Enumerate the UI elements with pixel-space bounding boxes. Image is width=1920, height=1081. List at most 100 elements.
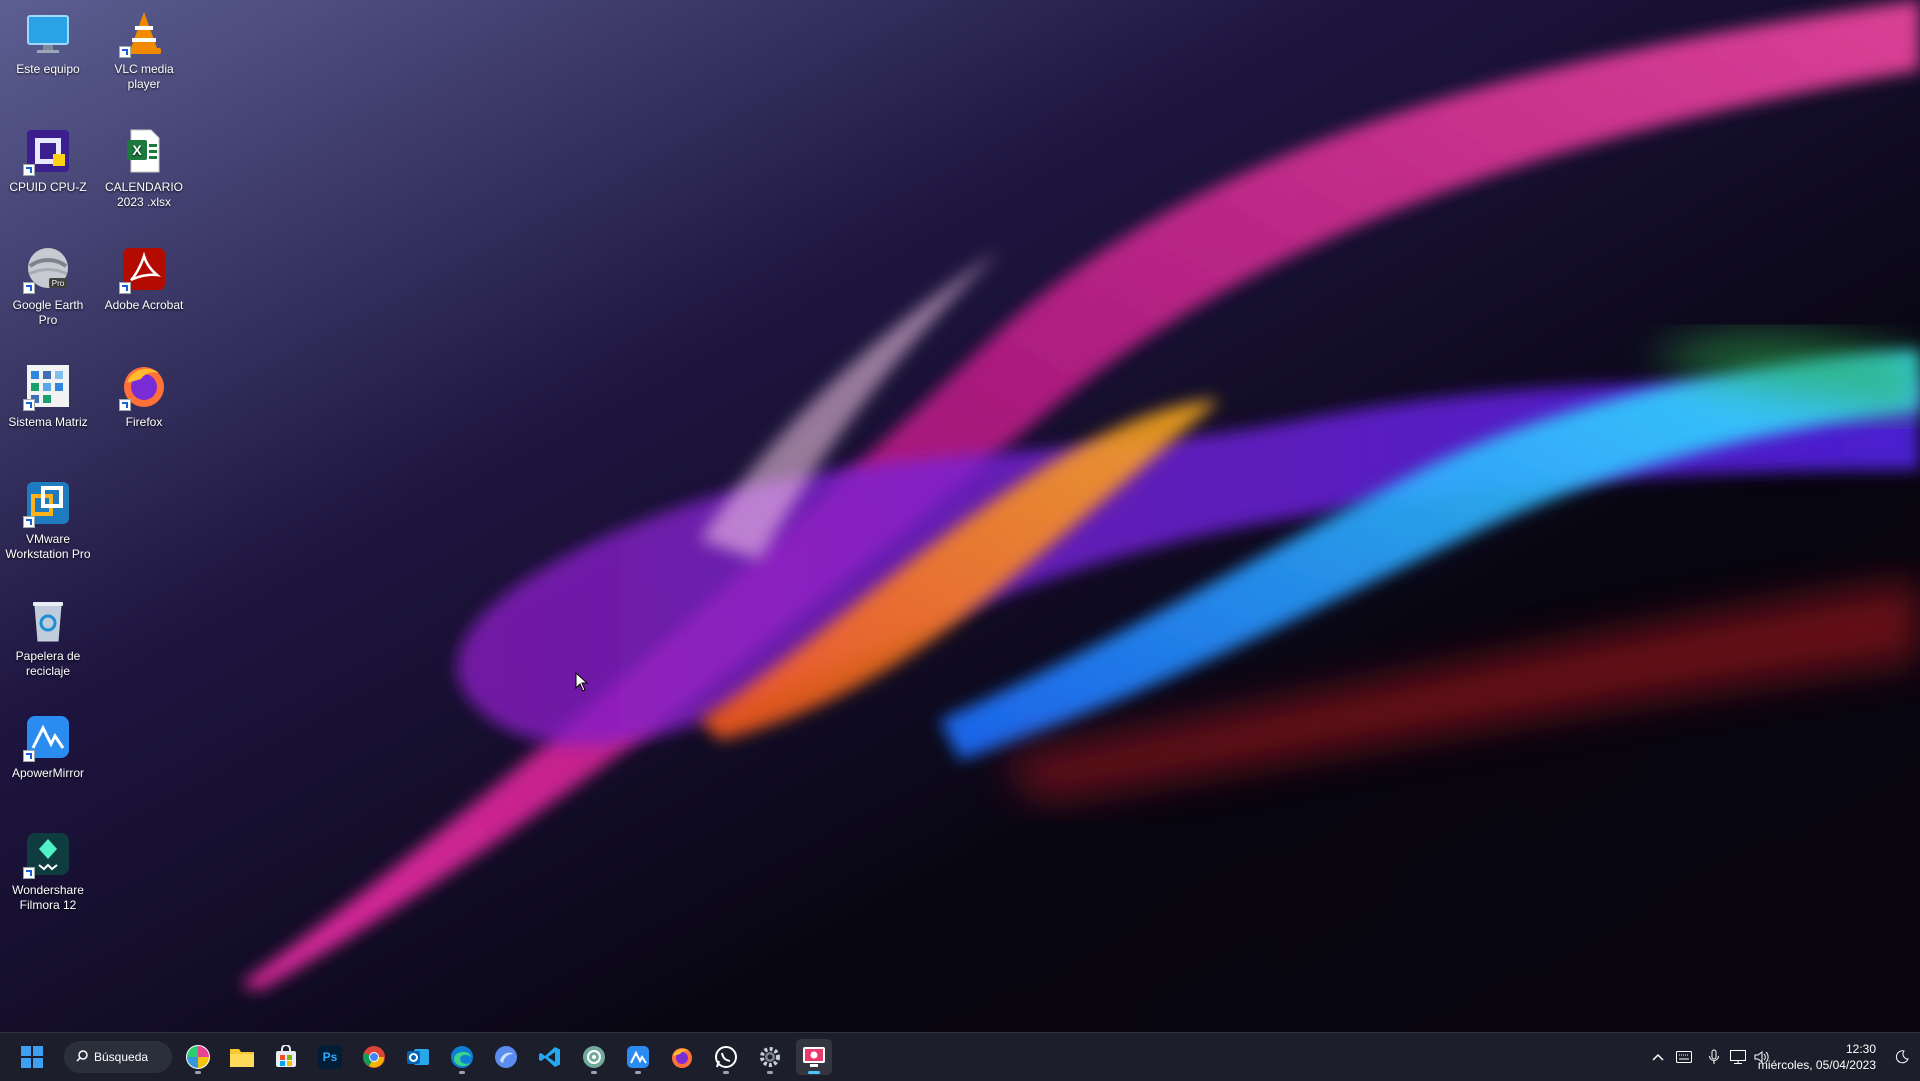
taskbar-app-recorder[interactable] [796, 1039, 832, 1075]
filmora-icon [23, 829, 73, 879]
taskbar-app-vscode[interactable] [532, 1039, 568, 1075]
desktop-icon-google-earth-pro[interactable]: Pro Google Earth Pro [0, 240, 96, 328]
desktop-wallpaper [0, 0, 1920, 1032]
taskbar-app-whatsapp[interactable] [708, 1039, 744, 1075]
taskbar-app-outlook[interactable] [400, 1039, 436, 1075]
desktop-icon-label: Google Earth Pro [12, 298, 84, 327]
vlc-icon [119, 8, 169, 58]
search-icon [76, 1049, 88, 1065]
desktop-icon-label: VMware Workstation Pro [5, 532, 91, 561]
taskbar-search-box[interactable]: Búsqueda [64, 1041, 172, 1073]
taskbar-app-chatgpt[interactable] [576, 1039, 612, 1075]
running-indicator [591, 1071, 597, 1074]
taskbar-app-settings[interactable] [752, 1039, 788, 1075]
taskbar-app-pinwheel[interactable] [180, 1039, 216, 1075]
desktop-icon-label: Este equipo [16, 62, 80, 76]
edge-icon [451, 1046, 473, 1068]
running-indicator [767, 1071, 773, 1074]
svg-text:X: X [132, 142, 142, 158]
clock-date: miércoles, 05/04/2023 [1757, 1058, 1876, 1072]
sistema-matriz-icon [23, 361, 73, 411]
taskbar-app-browser[interactable] [488, 1039, 524, 1075]
desktop-icon-label: CPUID CPU-Z [9, 180, 87, 194]
shortcut-arrow-icon [23, 399, 35, 411]
shortcut-arrow-icon [23, 867, 35, 879]
folder-icon [230, 1049, 254, 1067]
recycle-bin-icon [23, 595, 73, 645]
running-indicator [195, 1071, 201, 1074]
shortcut-arrow-icon [23, 164, 35, 176]
taskbar: Búsqueda Ps 12:30 miércoles, 05/04/2023 [0, 1032, 1920, 1081]
taskbar-clock[interactable]: 12:30 miércoles, 05/04/2023 [1758, 1041, 1876, 1073]
shortcut-arrow-icon [119, 46, 131, 58]
desktop-icon-label: Wondershare Filmora 12 [12, 883, 84, 912]
search-label: Búsqueda [94, 1050, 149, 1064]
acrobat-icon [119, 244, 169, 294]
taskbar-app-apowermirror[interactable] [620, 1039, 656, 1075]
desktop-icon-label: Firefox [125, 415, 163, 429]
notification-moon-icon[interactable] [1892, 1047, 1912, 1067]
excel-file-icon: X [119, 126, 169, 176]
outlook-icon [407, 1049, 429, 1065]
desktop-icon-label: Papelera de reciclaje [15, 649, 81, 678]
network-icon[interactable] [1728, 1047, 1748, 1067]
desktop-icon-label: Sistema Matriz [8, 415, 88, 429]
chrome-icon [363, 1046, 385, 1068]
start-button[interactable] [14, 1039, 50, 1075]
shortcut-arrow-icon [23, 750, 35, 762]
taskbar-app-firefox[interactable] [664, 1039, 700, 1075]
desktop-icon-vlc[interactable]: VLC media player [96, 4, 192, 92]
keyboard-icon[interactable] [1674, 1047, 1694, 1067]
desktop-icon-firefox[interactable]: Firefox [96, 357, 192, 430]
desktop-icon-sistema-matriz[interactable]: Sistema Matriz [0, 357, 96, 430]
desktop-icon-label: CALENDARIO 2023 .xlsx [104, 180, 184, 209]
photoshop-icon: Ps [318, 1045, 342, 1069]
microphone-icon[interactable] [1704, 1047, 1724, 1067]
shortcut-arrow-icon [119, 399, 131, 411]
vmware-icon [23, 478, 73, 528]
desktop-icon-label: VLC media player [114, 62, 174, 91]
desktop-icon-calendario-xlsx[interactable]: X CALENDARIO 2023 .xlsx [96, 122, 192, 210]
desktop-icon-apowermirror[interactable]: ApowerMirror [0, 708, 96, 781]
mouse-cursor-icon [575, 671, 589, 697]
shortcut-arrow-icon [23, 282, 35, 294]
apowermirror-icon [627, 1046, 649, 1068]
clock-time: 12:30 [1845, 1042, 1876, 1056]
pinwheel-icon [186, 1045, 210, 1069]
running-indicator [635, 1071, 641, 1074]
browser-icon [495, 1046, 517, 1068]
desktop-icon-este-equipo[interactable]: Este equipo [0, 4, 96, 77]
running-indicator [723, 1071, 729, 1074]
desktop-icon-papelera[interactable]: Papelera de reciclaje [0, 591, 96, 679]
show-hidden-icons-chevron-up-icon[interactable] [1648, 1047, 1668, 1067]
taskbar-app-chrome[interactable] [356, 1039, 392, 1075]
desktop-icon-label: ApowerMirror [11, 766, 84, 780]
google-earth-icon: Pro [23, 244, 73, 294]
firefox-icon [119, 361, 169, 411]
shortcut-arrow-icon [23, 516, 35, 528]
whatsapp-icon [715, 1046, 737, 1068]
cpuz-icon [23, 126, 73, 176]
desktop-icon-filmora[interactable]: Wondershare Filmora 12 [0, 825, 96, 913]
running-indicator [808, 1071, 820, 1074]
this-pc-icon [23, 8, 73, 58]
desktop-icon-label: Adobe Acrobat [104, 298, 184, 312]
svg-text:Pro: Pro [52, 279, 65, 288]
running-indicator [459, 1071, 465, 1074]
taskbar-app-photoshop[interactable]: Ps [312, 1039, 348, 1075]
vscode-icon [539, 1047, 560, 1067]
store-icon [276, 1045, 296, 1067]
desktop-icon-vmware-workstation[interactable]: VMware Workstation Pro [0, 474, 96, 562]
taskbar-app-file-explorer[interactable] [224, 1039, 260, 1075]
taskbar-app-edge[interactable] [444, 1039, 480, 1075]
taskbar-app-store[interactable] [268, 1039, 304, 1075]
firefox-icon [672, 1048, 692, 1068]
system-tray: 12:30 miércoles, 05/04/2023 [1590, 1033, 1920, 1081]
gear-icon [760, 1047, 780, 1067]
screen-recorder-icon [803, 1047, 825, 1067]
apowermirror-icon [23, 712, 73, 762]
shortcut-arrow-icon [119, 282, 131, 294]
chatgpt-icon [583, 1046, 605, 1068]
desktop-icon-cpuz[interactable]: CPUID CPU-Z [0, 122, 96, 195]
desktop-icon-adobe-acrobat[interactable]: Adobe Acrobat [96, 240, 192, 313]
